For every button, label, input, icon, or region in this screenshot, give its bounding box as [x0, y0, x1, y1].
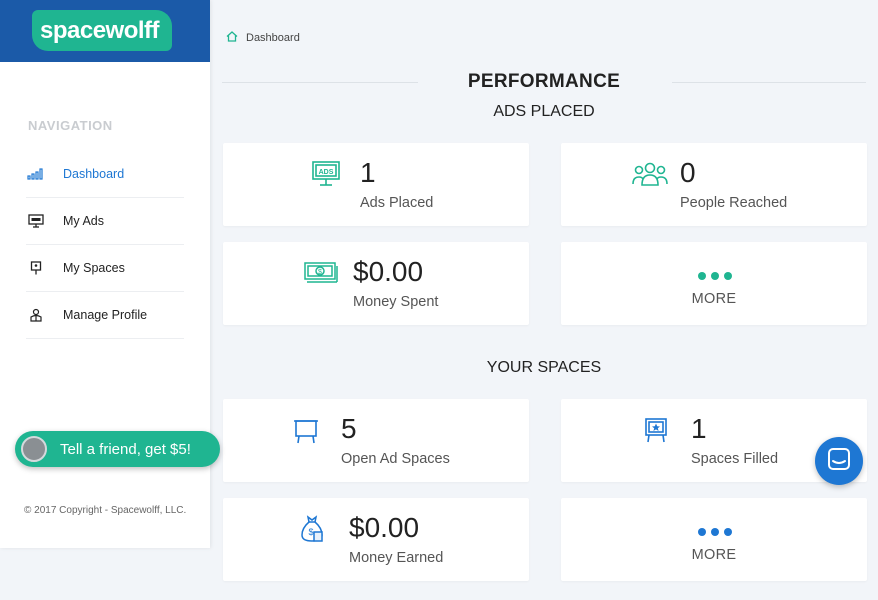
stat-label: Money Earned	[349, 550, 444, 566]
sidebar-item-my-spaces[interactable]: My Spaces	[26, 245, 184, 292]
section-title-ads: ADS PLACED	[493, 103, 595, 120]
money-bill-icon: $	[304, 260, 338, 288]
referral-button[interactable]: Tell a friend, get $5!	[15, 431, 220, 467]
people-icon	[631, 161, 669, 189]
ads-monitor-icon: ADS	[312, 161, 342, 189]
copyright: © 2017 Copyright - Spacewolff, LLC.	[24, 505, 187, 516]
sidebar-item-label: My Ads	[63, 214, 104, 228]
sidebar-item-manage-profile[interactable]: Manage Profile	[26, 292, 184, 339]
billboard-icon	[26, 261, 46, 275]
chat-launcher-button[interactable]	[815, 437, 863, 485]
svg-text:ADS: ADS	[319, 169, 334, 176]
avatar	[21, 436, 47, 462]
filled-billboard-icon	[643, 417, 669, 445]
home-icon[interactable]	[226, 31, 238, 45]
ads-monitor-icon	[26, 214, 46, 228]
stat-value: 0	[680, 157, 696, 188]
stat-label: Money Spent	[353, 294, 439, 310]
stat-label: Ads Placed	[360, 195, 434, 211]
stat-value: $0.00	[349, 512, 420, 543]
more-dots-icon	[698, 528, 732, 536]
breadcrumb: Dashboard	[226, 31, 300, 45]
section-title-spaces: YOUR SPACES	[486, 359, 602, 376]
stat-card-ads-placed: ADS 1 Ads Placed	[223, 143, 529, 226]
sidebar-item-label: My Spaces	[63, 261, 125, 275]
money-bag-icon: $	[300, 515, 324, 543]
sidebar-item-label: Dashboard	[63, 167, 125, 181]
more-ads-button[interactable]: MORE	[561, 242, 867, 325]
stat-label: Open Ad Spaces	[341, 451, 450, 467]
breadcrumb-current[interactable]: Dashboard	[246, 32, 300, 44]
divider	[672, 82, 866, 83]
page-title: PERFORMANCE	[467, 71, 621, 92]
stat-label: Spaces Filled	[691, 451, 779, 467]
divider	[222, 82, 418, 83]
stat-value: $0.00	[353, 256, 424, 287]
sidebar-item-label: Manage Profile	[63, 308, 148, 322]
stat-card-people-reached: 0 People Reached	[561, 143, 867, 226]
stat-label: People Reached	[680, 195, 788, 211]
svg-text:$: $	[318, 269, 322, 276]
more-dots-icon	[698, 272, 732, 280]
nav-title: NAVIGATION	[28, 118, 113, 133]
more-spaces-button[interactable]: MORE	[561, 498, 867, 581]
stat-value: 1	[691, 413, 707, 444]
more-label: MORE	[691, 291, 737, 307]
logo[interactable]: spacewolff	[32, 10, 172, 51]
chat-icon	[828, 447, 850, 475]
stat-card-money-spent: $ $0.00 Money Spent	[223, 242, 529, 325]
profile-icon	[26, 308, 46, 322]
stat-card-open-ad-spaces: 5 Open Ad Spaces	[223, 399, 529, 482]
stat-value: 1	[360, 157, 376, 188]
more-label: MORE	[691, 547, 737, 563]
stat-value: 5	[341, 413, 357, 444]
sidebar-nav: Dashboard My Ads My Spaces Manage Profil…	[26, 151, 184, 339]
stat-card-money-earned: $ $0.00 Money Earned	[223, 498, 529, 581]
logo-bar: spacewolff	[0, 0, 210, 62]
sidebar-item-my-ads[interactable]: My Ads	[26, 198, 184, 245]
sidebar-item-dashboard[interactable]: Dashboard	[26, 151, 184, 198]
empty-billboard-icon	[293, 418, 319, 446]
referral-label: Tell a friend, get $5!	[60, 440, 191, 458]
svg-text:$: $	[308, 527, 313, 537]
bar-chart-icon	[26, 167, 46, 181]
